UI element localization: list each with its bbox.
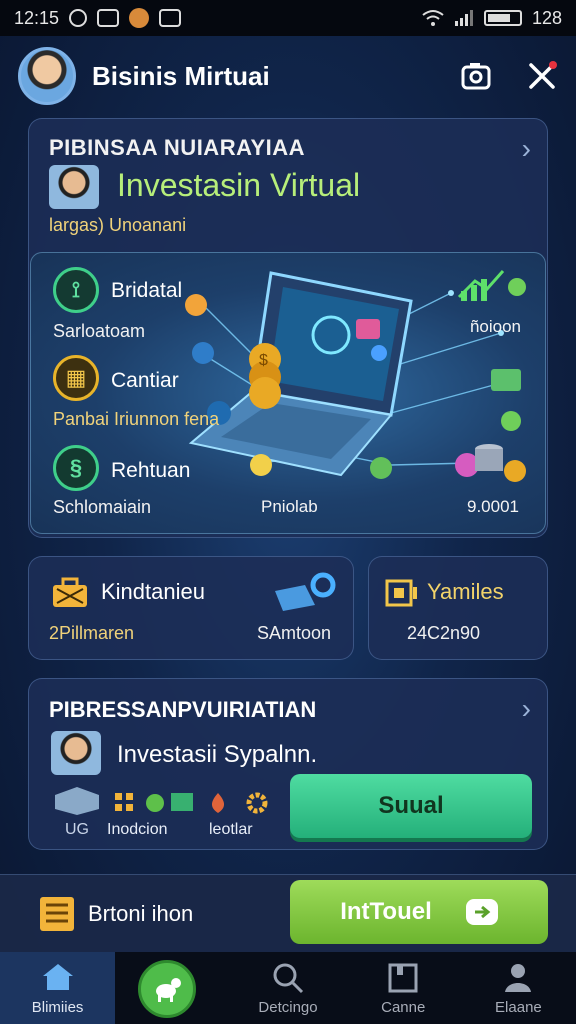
flame-icon — [211, 793, 225, 813]
wifi-icon — [422, 10, 444, 26]
card-value: 24C2n90 — [407, 623, 481, 643]
card-kicker: PIBRESSANPVUIRIATIAN — [49, 697, 317, 722]
feature-label: Cantiar — [111, 369, 179, 392]
chevron-right-icon[interactable]: › — [522, 133, 531, 165]
feature-panel: $ ⟟ Bridatal Sarloatoam ñoioon ▦ Cantiar… — [30, 252, 546, 534]
avatar — [51, 731, 101, 775]
grid-icon: ▦ — [53, 355, 99, 401]
promo-label: Brtoni ihon — [88, 901, 194, 926]
card-left-value: 2Pillmaren — [49, 623, 135, 643]
app-header: Bisinis Mirtuai — [0, 36, 576, 116]
profile-icon — [505, 964, 532, 992]
suual-button[interactable]: Suual — [290, 774, 532, 838]
page-title: Bisinis Mirtuai — [92, 60, 270, 91]
signal-icon — [454, 10, 473, 26]
label: UG — [65, 821, 89, 838]
feature-value: 9.0001 — [467, 497, 519, 516]
card-title: Investasii Sypalnn. — [117, 741, 318, 768]
gear-icon — [246, 792, 268, 814]
kindtanieu-card[interactable]: Kindtanieu 2Pillmaren SAmtoon — [28, 556, 354, 660]
growth-icon: ⟟ — [53, 267, 99, 313]
briefcase-icon — [53, 577, 87, 607]
arrow-right-icon — [465, 899, 498, 925]
close-icon — [529, 61, 557, 89]
feature-label: Bridatal — [111, 279, 183, 302]
status-time: 12:15 — [14, 7, 60, 28]
settings-icon — [69, 9, 88, 27]
nav-home[interactable]: Blimiies — [0, 952, 116, 1024]
feature-value: ñoioon — [469, 317, 521, 336]
battery-text: 128 — [531, 7, 562, 28]
nav-search[interactable]: Detcingo — [230, 952, 345, 1024]
notification-icon — [97, 9, 120, 27]
feature-sub: Panbai Iriunnon fena — [53, 409, 220, 429]
camera-button[interactable] — [460, 60, 492, 92]
ledger-icon — [40, 897, 74, 931]
battery-icon — [483, 10, 522, 26]
feature-label: Rehtuan — [111, 459, 191, 482]
camera-icon — [461, 63, 491, 90]
card-kicker: PIBINSAA NUIARAYIAA — [49, 135, 306, 160]
pet-icon — [156, 978, 181, 1002]
search-icon — [273, 963, 304, 994]
bottom-nav: Blimiies Detcingo Canne Elaane — [0, 952, 576, 1024]
intouel-button[interactable]: IntTouel — [290, 880, 548, 944]
svg-text:$: $ — [259, 352, 268, 369]
app-notification-icon — [129, 8, 150, 28]
spiral-icon: § — [53, 445, 99, 491]
feature-sub: Schlomaiain — [53, 497, 152, 517]
avatar[interactable] — [18, 47, 76, 105]
yamiles-card[interactable]: Yamiles 24C2n90 — [368, 556, 548, 660]
status-bar: 12:15 128 — [0, 0, 576, 36]
laptop-gear-icon — [275, 572, 336, 611]
card-right-value: SAmtoon — [257, 623, 332, 643]
money-icon — [146, 793, 193, 812]
card-title: Yamiles — [427, 579, 504, 604]
message-icon — [159, 9, 182, 27]
feature-sub: Sarloatoam — [53, 321, 146, 341]
card-subtitle: largas) Unoanani — [49, 215, 187, 235]
bookmark-icon — [388, 963, 418, 993]
nav-label: Blimiies — [31, 999, 84, 1016]
nav-label: Elaane — [495, 999, 542, 1016]
nav-label: Canne — [381, 999, 426, 1016]
nav-profile[interactable]: Elaane — [461, 952, 576, 1024]
label: leotlar — [209, 821, 253, 838]
button-label: IntTouel — [340, 898, 432, 925]
card-title: Kindtanieu — [101, 579, 205, 604]
card-title: Investasin Virtual — [117, 167, 361, 203]
box-icon — [55, 787, 99, 815]
close-button[interactable] — [526, 60, 558, 92]
chip-icon — [385, 579, 417, 607]
pet-button[interactable] — [138, 960, 196, 1018]
grid-icon — [115, 793, 133, 811]
avatar — [49, 165, 99, 209]
nav-label: Detcingo — [258, 999, 318, 1016]
nav-bookmark[interactable]: Canne — [346, 952, 461, 1024]
laptop-network-illustration: $ — [185, 270, 526, 482]
chevron-right-icon[interactable]: › — [522, 693, 531, 725]
home-icon — [42, 964, 73, 990]
label: Inodcion — [107, 821, 168, 838]
panel-center-label: Pniolab — [261, 497, 318, 516]
